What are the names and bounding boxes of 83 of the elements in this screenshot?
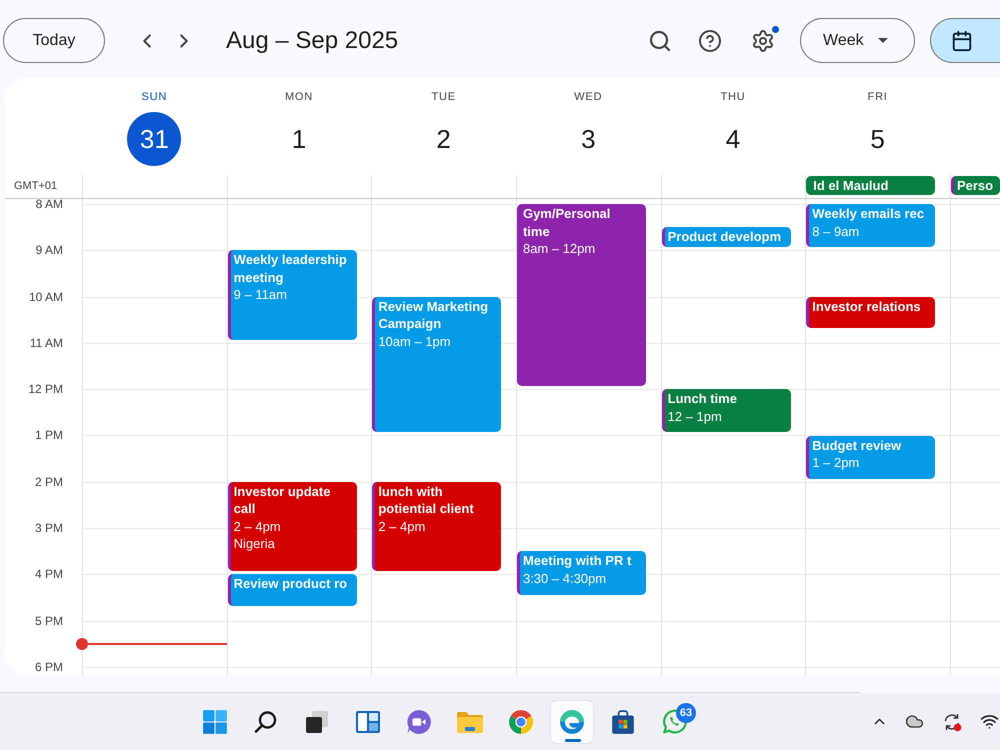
- event-card[interactable]: Investor relations: [806, 296, 936, 328]
- hour-label: 10 AM: [28, 290, 63, 304]
- round-browser-logo-icon: [508, 708, 534, 734]
- calendar-view-button[interactable]: [930, 18, 1000, 63]
- event-time: 10am – 1pm: [378, 332, 452, 350]
- event-time: 8 – 9am: [812, 222, 860, 240]
- event-time: 9 – 11am: [234, 286, 288, 304]
- four-panes-logo-icon: [202, 708, 228, 734]
- hour-label: 12 PM: [28, 382, 63, 396]
- event-time: 8am – 12pm: [522, 240, 596, 258]
- event-title: Gym/Personal time: [522, 205, 612, 240]
- event-title: Budget review: [812, 436, 902, 454]
- hour-label: 8 AM: [36, 199, 63, 211]
- hour-label: 3 PM: [34, 521, 63, 536]
- event-card[interactable]: Meeting with PR t 3:30 – 4:30pm: [516, 551, 646, 595]
- event-time: 1 – 2pm: [812, 454, 860, 472]
- all-day-event[interactable]: Id el Maulud: [806, 176, 936, 195]
- day-label: FRI: [868, 90, 888, 104]
- unread-count-badge: 63: [676, 702, 696, 722]
- all-day-event[interactable]: Perso: [950, 176, 1000, 195]
- timezone-label: GMT+01: [14, 179, 58, 194]
- event-card[interactable]: Gym/Personal time 8am – 12pm: [516, 204, 646, 386]
- event-time: 2 – 4pm: [378, 518, 426, 536]
- task-view-icon: [305, 710, 329, 734]
- folder-icon: [456, 710, 484, 734]
- help-icon: [698, 28, 722, 52]
- search-icon: [254, 710, 278, 734]
- hour-label: 1 PM: [34, 428, 63, 442]
- day-number[interactable]: 4: [706, 112, 760, 166]
- hour-label: 9 AM: [36, 243, 63, 258]
- swirl-browser-logo-icon: [559, 708, 585, 734]
- hour-label: 2 PM: [34, 474, 63, 489]
- event-time: 3:30 – 4:30pm: [522, 570, 608, 588]
- event-time: 12 – 1pm: [668, 408, 723, 426]
- event-title: Review product ro: [234, 575, 348, 593]
- event-title: Meeting with PR t: [522, 552, 632, 570]
- event-card[interactable]: Product developm: [662, 227, 791, 248]
- widgets-icon: [355, 710, 381, 734]
- day-number[interactable]: 3: [561, 112, 616, 166]
- day-label: MON: [284, 90, 314, 104]
- wifi-icon: [980, 712, 998, 731]
- event-title: Investor update call: [234, 482, 332, 518]
- event-title: Review Marketing Campaign: [378, 298, 490, 333]
- hour-label: 4 PM: [34, 567, 63, 582]
- hour-label: 5 PM: [34, 614, 63, 628]
- hour-label: 11 AM: [30, 336, 63, 350]
- event-title: Weekly leadership meeting: [234, 251, 348, 286]
- video-chat-icon: [406, 708, 432, 734]
- today-button[interactable]: Today: [3, 18, 105, 63]
- date-range-title: Aug – Sep 2025: [226, 26, 398, 56]
- active-app-indicator: [565, 738, 581, 742]
- event-title: Lunch time: [668, 390, 738, 408]
- event-title: lunch with potiential client: [378, 482, 475, 518]
- event-card[interactable]: Lunch time 12 – 1pm: [662, 389, 791, 432]
- calendar-icon: [951, 30, 973, 52]
- event-card[interactable]: Review Marketing Campaign 10am – 1pm: [372, 296, 502, 432]
- hour-label: 6 PM: [34, 660, 63, 674]
- shopping-bag-icon: [610, 708, 636, 734]
- caret-icon: [878, 38, 888, 43]
- event-time: 2 – 4pm: [234, 518, 282, 536]
- event-card[interactable]: lunch with potiential client 2 – 4pm: [372, 482, 502, 572]
- event-title: Product developm: [668, 228, 782, 246]
- event-title: Weekly emails rec: [812, 205, 926, 222]
- day-number[interactable]: 2: [416, 112, 471, 166]
- taskbar-app-button[interactable]: 63: [652, 700, 696, 744]
- event-card[interactable]: Weekly leadership meeting 9 – 11am: [228, 250, 357, 340]
- day-label: WED: [574, 90, 602, 104]
- search-icon: [648, 28, 672, 52]
- day-label: SUN: [142, 90, 168, 104]
- settings-icon: [751, 28, 775, 52]
- day-number[interactable]: 1: [272, 112, 326, 166]
- day-label: TUE: [431, 90, 456, 104]
- event-title: Investor relations: [812, 298, 922, 316]
- view-menu-button[interactable]: Week: [800, 18, 915, 63]
- event-card[interactable]: Investor update call 2 – 4pm Nigeria: [228, 482, 357, 572]
- event-location: Nigeria: [234, 535, 276, 553]
- event-card[interactable]: Budget review 1 – 2pm: [806, 436, 936, 479]
- event-card[interactable]: Review product ro: [228, 574, 357, 606]
- day-number[interactable]: 5: [850, 112, 905, 166]
- event-card[interactable]: Weekly emails rec 8 – 9am: [806, 204, 936, 248]
- day-label: THU: [720, 90, 746, 104]
- sync-alert-icon: [942, 712, 962, 732]
- day-number[interactable]: 31: [127, 112, 182, 166]
